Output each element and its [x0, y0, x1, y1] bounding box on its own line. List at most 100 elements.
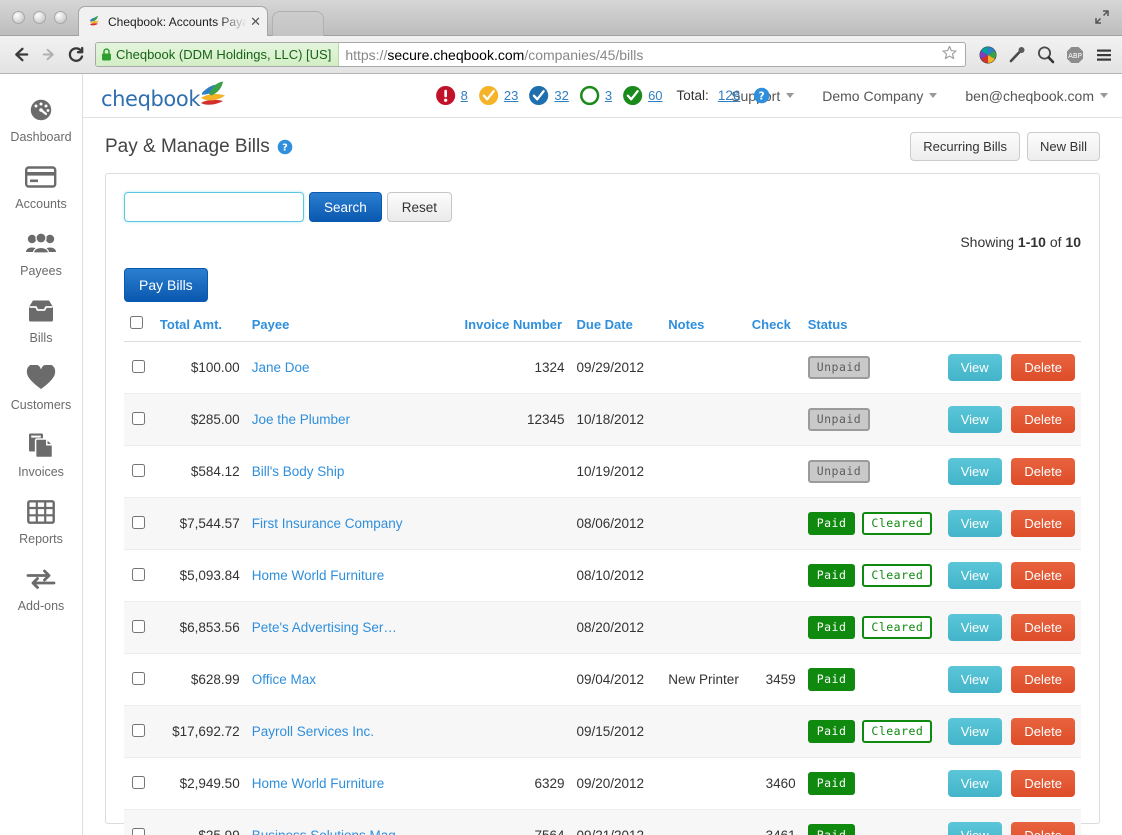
table-row[interactable]: $5,093.84 Home World Furniture 08/10/201…: [124, 550, 1081, 602]
delete-button[interactable]: Delete: [1011, 406, 1075, 433]
table-row[interactable]: $7,544.57 First Insurance Company 08/06/…: [124, 498, 1081, 550]
delete-button[interactable]: Delete: [1011, 458, 1075, 485]
magic-wand-icon[interactable]: [1007, 45, 1027, 65]
view-button[interactable]: View: [948, 562, 1002, 589]
column-header-due-date[interactable]: Due Date: [571, 316, 663, 342]
status-badge-pending[interactable]: 23: [478, 85, 518, 106]
row-checkbox[interactable]: [132, 620, 145, 633]
company-menu[interactable]: Demo Company: [822, 88, 937, 104]
status-badge-count[interactable]: 3: [605, 88, 612, 103]
view-button[interactable]: View: [948, 510, 1002, 537]
view-button[interactable]: View: [948, 458, 1002, 485]
status-badge-count[interactable]: 23: [504, 88, 518, 103]
sidebar-item-reports[interactable]: Reports: [0, 486, 82, 553]
table-row[interactable]: $25.99 Business Solutions Mag… 7564 09/2…: [124, 810, 1081, 835]
row-checkbox[interactable]: [132, 724, 145, 737]
account-menu[interactable]: ben@cheqbook.com: [965, 88, 1108, 104]
url-bar[interactable]: Cheqbook (DDM Holdings, LLC) [US] https:…: [95, 42, 966, 67]
maximize-window-button[interactable]: [54, 11, 67, 24]
payee-link[interactable]: First Insurance Company: [252, 516, 403, 531]
row-checkbox[interactable]: [132, 360, 145, 373]
recurring-bills-button[interactable]: Recurring Bills: [910, 132, 1020, 161]
magnifier-icon[interactable]: [1036, 45, 1056, 65]
status-badge-review[interactable]: 32: [528, 85, 568, 106]
sidebar-item-accounts[interactable]: Accounts: [0, 151, 82, 218]
status-badge-done[interactable]: 60: [622, 85, 662, 106]
view-button[interactable]: View: [948, 770, 1002, 797]
delete-button[interactable]: Delete: [1011, 718, 1075, 745]
abp-icon[interactable]: ABP: [1065, 45, 1085, 65]
sidebar-item-dashboard[interactable]: Dashboard: [0, 84, 82, 151]
help-question-icon[interactable]: ?: [753, 87, 770, 104]
row-checkbox[interactable]: [132, 776, 145, 789]
back-arrow-icon[interactable]: [8, 41, 35, 68]
status-badge-count[interactable]: 32: [554, 88, 568, 103]
help-question-icon[interactable]: ?: [277, 139, 293, 155]
row-checkbox[interactable]: [132, 672, 145, 685]
table-row[interactable]: $17,692.72 Payroll Services Inc. 09/15/2…: [124, 706, 1081, 758]
table-row[interactable]: $285.00 Joe the Plumber 12345 10/18/2012…: [124, 394, 1081, 446]
status-badge-count[interactable]: 60: [648, 88, 662, 103]
view-button[interactable]: View: [948, 666, 1002, 693]
delete-button[interactable]: Delete: [1011, 822, 1075, 835]
column-header-total-amount[interactable]: Total Amt.: [154, 316, 246, 342]
cheqbook-logo[interactable]: cheqbook: [101, 81, 228, 111]
fullscreen-icon[interactable]: [1094, 9, 1110, 25]
row-checkbox[interactable]: [132, 828, 145, 835]
payee-link[interactable]: Jane Doe: [252, 360, 310, 375]
row-checkbox[interactable]: [132, 464, 145, 477]
payee-link[interactable]: Home World Furniture: [252, 776, 385, 791]
column-header-notes[interactable]: Notes: [662, 316, 745, 342]
browser-tab[interactable]: Cheqbook: Accounts Payab ✕: [78, 6, 268, 36]
delete-button[interactable]: Delete: [1011, 562, 1075, 589]
table-row[interactable]: $6,853.56 Pete's Advertising Ser… 08/20/…: [124, 602, 1081, 654]
column-header-payee[interactable]: Payee: [246, 316, 459, 342]
view-button[interactable]: View: [948, 354, 1002, 381]
payee-link[interactable]: Home World Furniture: [252, 568, 385, 583]
status-badge-alert[interactable]: 8: [435, 85, 468, 106]
select-all-checkbox[interactable]: [130, 316, 143, 329]
new-bill-button[interactable]: New Bill: [1027, 132, 1100, 161]
site-identity-badge[interactable]: Cheqbook (DDM Holdings, LLC) [US]: [96, 43, 339, 66]
view-button[interactable]: View: [948, 718, 1002, 745]
column-header-invoice-number[interactable]: Invoice Number: [459, 316, 571, 342]
payee-link[interactable]: Joe the Plumber: [252, 412, 350, 427]
close-icon[interactable]: ✕: [247, 14, 261, 30]
view-button[interactable]: View: [948, 822, 1002, 835]
delete-button[interactable]: Delete: [1011, 666, 1075, 693]
payee-link[interactable]: Business Solutions Mag…: [252, 828, 410, 835]
reset-button[interactable]: Reset: [387, 192, 452, 222]
status-badge-open[interactable]: 3: [579, 85, 612, 106]
payee-link[interactable]: Pete's Advertising Ser…: [252, 620, 397, 635]
search-button[interactable]: Search: [309, 192, 382, 222]
delete-button[interactable]: Delete: [1011, 510, 1075, 537]
table-row[interactable]: $584.12 Bill's Body Ship 10/19/2012 Unpa…: [124, 446, 1081, 498]
row-checkbox[interactable]: [132, 412, 145, 425]
delete-button[interactable]: Delete: [1011, 354, 1075, 381]
column-header-check[interactable]: Check: [746, 316, 802, 342]
new-tab-button[interactable]: [272, 11, 324, 36]
payee-link[interactable]: Bill's Body Ship: [252, 464, 345, 479]
forward-arrow-icon[interactable]: [35, 41, 62, 68]
row-checkbox[interactable]: [132, 568, 145, 581]
color-wheel-icon[interactable]: [978, 45, 998, 65]
view-button[interactable]: View: [948, 614, 1002, 641]
sidebar-item-bills[interactable]: Bills: [0, 285, 82, 352]
delete-button[interactable]: Delete: [1011, 770, 1075, 797]
sidebar-item-invoices[interactable]: Invoices: [0, 419, 82, 486]
payee-link[interactable]: Office Max: [252, 672, 316, 687]
menu-icon[interactable]: [1094, 45, 1114, 65]
row-checkbox[interactable]: [132, 516, 145, 529]
sidebar-item-addons[interactable]: Add-ons: [0, 553, 82, 620]
table-row[interactable]: $628.99 Office Max 09/04/2012 New Printe…: [124, 654, 1081, 706]
sidebar-item-customers[interactable]: Customers: [0, 352, 82, 419]
total-value[interactable]: 126: [718, 88, 741, 103]
view-button[interactable]: View: [948, 406, 1002, 433]
sidebar-item-payees[interactable]: Payees: [0, 218, 82, 285]
status-badge-count[interactable]: 8: [461, 88, 468, 103]
star-icon[interactable]: [934, 45, 965, 64]
column-header-status[interactable]: Status: [802, 316, 942, 342]
pay-bills-button[interactable]: Pay Bills: [124, 268, 208, 302]
url-text[interactable]: https://secure.cheqbook.com/companies/45…: [339, 47, 934, 63]
close-window-button[interactable]: [12, 11, 25, 24]
